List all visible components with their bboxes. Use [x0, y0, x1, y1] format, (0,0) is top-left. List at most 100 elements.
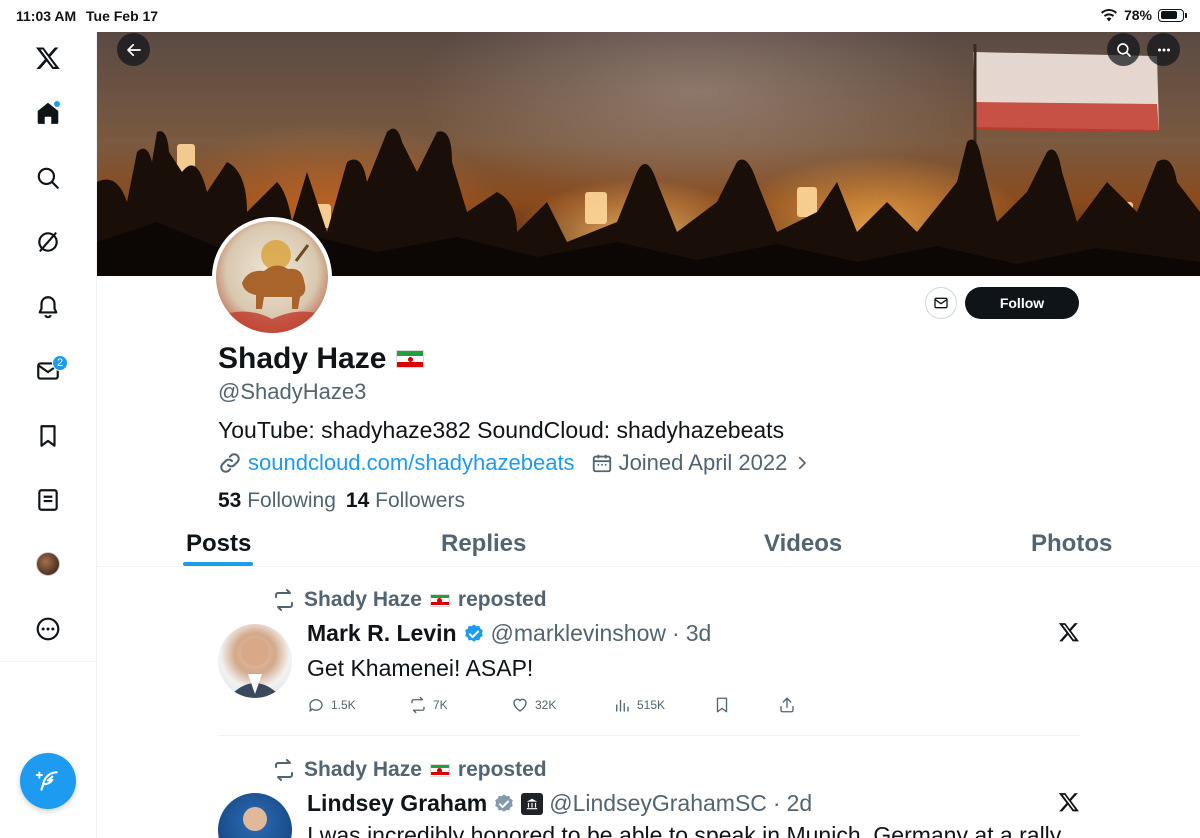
profile-name: Shady Haze [218, 342, 425, 376]
tab-posts[interactable]: Posts [186, 530, 251, 558]
government-building-icon [521, 792, 544, 815]
verified-badge-icon [464, 623, 483, 642]
home-unread-dot [54, 101, 60, 107]
x-logo-icon [1058, 623, 1079, 642]
chevron-right-icon [799, 456, 807, 470]
followers-label: Followers [375, 489, 465, 512]
iran-flag-icon [429, 593, 450, 607]
link-icon [220, 453, 240, 473]
wifi-icon [1100, 9, 1117, 22]
profile-handle: @ShadyHaze3 [218, 379, 367, 404]
like-count: 32K [535, 698, 557, 712]
calendar-icon [592, 454, 611, 473]
x-logo-icon[interactable] [28, 38, 68, 78]
post-actions: 1.5K 7K 32K 515K [307, 696, 807, 716]
reply-icon [309, 699, 323, 712]
post-author-avatar[interactable] [218, 624, 292, 698]
post-author-name[interactable]: Lindsey Graham [307, 790, 487, 817]
battery-percent: 78% [1123, 7, 1152, 23]
repost-by-name: Shady Haze [304, 758, 422, 781]
iran-flag-icon [396, 350, 425, 368]
tab-photos[interactable]: Photos [1031, 530, 1112, 558]
following-stat[interactable]: 53 Following [218, 489, 336, 513]
status-time: 11:03 AM [16, 8, 77, 24]
compose-feather-icon [35, 771, 58, 791]
repost-indicator[interactable]: Shady Haze reposted [272, 588, 547, 612]
profile-bio: YouTube: shadyhaze382 SoundCloud: shadyh… [218, 417, 785, 443]
profile-link[interactable]: soundcloud.com/shadyhazebeats [248, 450, 575, 476]
lion-and-sun-emblem-icon [216, 240, 328, 333]
profile-avatar-icon[interactable] [28, 544, 68, 584]
grok-icon[interactable] [28, 222, 68, 262]
profile-joined[interactable]: Joined April 2022 [591, 450, 812, 476]
lists-icon[interactable] [28, 480, 68, 520]
message-button[interactable] [925, 287, 957, 319]
avatar-person-icon [228, 638, 282, 698]
search-profile-button[interactable] [1107, 33, 1140, 66]
repost-count: 7K [433, 698, 448, 712]
notifications-bell-icon[interactable] [28, 287, 68, 327]
share-button[interactable] [778, 696, 796, 714]
profile-avatar[interactable] [212, 217, 332, 337]
compose-post-button[interactable] [20, 753, 76, 809]
search-icon[interactable] [28, 158, 68, 198]
repost-icon [275, 589, 293, 611]
profile-name-text: Shady Haze [218, 342, 387, 375]
repost-label: reposted [457, 758, 547, 781]
more-options-button[interactable] [1147, 33, 1180, 66]
reply-count: 1.5K [331, 698, 356, 712]
followers-count: 14 [345, 489, 370, 512]
sidebar-nav: 2 [0, 32, 96, 662]
messages-badge: 2 [52, 355, 68, 371]
followers-stat[interactable]: 14 Followers [346, 489, 465, 513]
avatar-person-icon [243, 807, 267, 831]
like-button[interactable]: 32K [511, 696, 556, 714]
share-icon [780, 697, 794, 713]
status-date: Tue Feb 17 [86, 8, 159, 24]
following-label: Following [247, 489, 336, 512]
avatar [36, 552, 60, 576]
follow-button[interactable]: Follow [965, 287, 1079, 319]
post-time[interactable]: 3d [686, 620, 712, 647]
x-logo-icon [1058, 793, 1079, 812]
verified-gray-badge-icon [495, 793, 514, 812]
status-bar: 11:03 AM Tue Feb 17 78% [0, 0, 1200, 32]
post-author-name[interactable]: Mark R. Levin [307, 620, 457, 647]
post-author-handle[interactable]: @LindseyGrahamSC [549, 790, 767, 817]
battery-icon [1158, 8, 1187, 22]
repost-indicator[interactable]: Shady Haze reposted [272, 758, 547, 782]
home-icon[interactable] [28, 93, 68, 133]
post-separator-dot: · [672, 620, 680, 646]
post-time[interactable]: 2d [787, 790, 813, 817]
more-icon[interactable] [28, 609, 68, 649]
active-tab-indicator [183, 562, 253, 566]
reply-button[interactable]: 1.5K [307, 696, 356, 714]
tab-videos[interactable]: Videos [764, 530, 842, 558]
post-text: Get Khamenei! ASAP! [307, 655, 534, 681]
repost-by-name: Shady Haze [304, 588, 422, 611]
status-right: 78% [1100, 7, 1187, 23]
profile-tabs: Posts Replies Videos Photos [97, 522, 1200, 567]
post-author-avatar[interactable] [218, 793, 292, 838]
repost-button[interactable]: 7K [409, 696, 448, 714]
repost-icon [411, 696, 425, 714]
post-author-handle[interactable]: @marklevinshow [491, 620, 666, 647]
repost-label: reposted [457, 588, 547, 611]
tab-replies[interactable]: Replies [441, 530, 526, 558]
post-divider [218, 735, 1080, 736]
view-count: 515K [637, 698, 666, 712]
analytics-icon [616, 699, 629, 712]
profile-stats: 53 Following 14 Followers [218, 489, 465, 513]
bookmark-icon [716, 697, 728, 713]
bookmark-icon[interactable] [28, 416, 68, 456]
iran-flag-icon [429, 763, 450, 777]
messages-envelope-icon[interactable]: 2 [28, 351, 68, 391]
ellipsis-icon [1157, 48, 1170, 51]
bookmark-button[interactable] [713, 696, 731, 714]
post-separator-dot: · [772, 790, 781, 816]
post-header: Mark R. Levin @marklevinshow · 3d [307, 620, 711, 647]
search-icon [1116, 42, 1131, 57]
envelope-icon [934, 297, 948, 309]
views-button[interactable]: 515K [613, 696, 665, 714]
back-button[interactable] [117, 33, 150, 66]
